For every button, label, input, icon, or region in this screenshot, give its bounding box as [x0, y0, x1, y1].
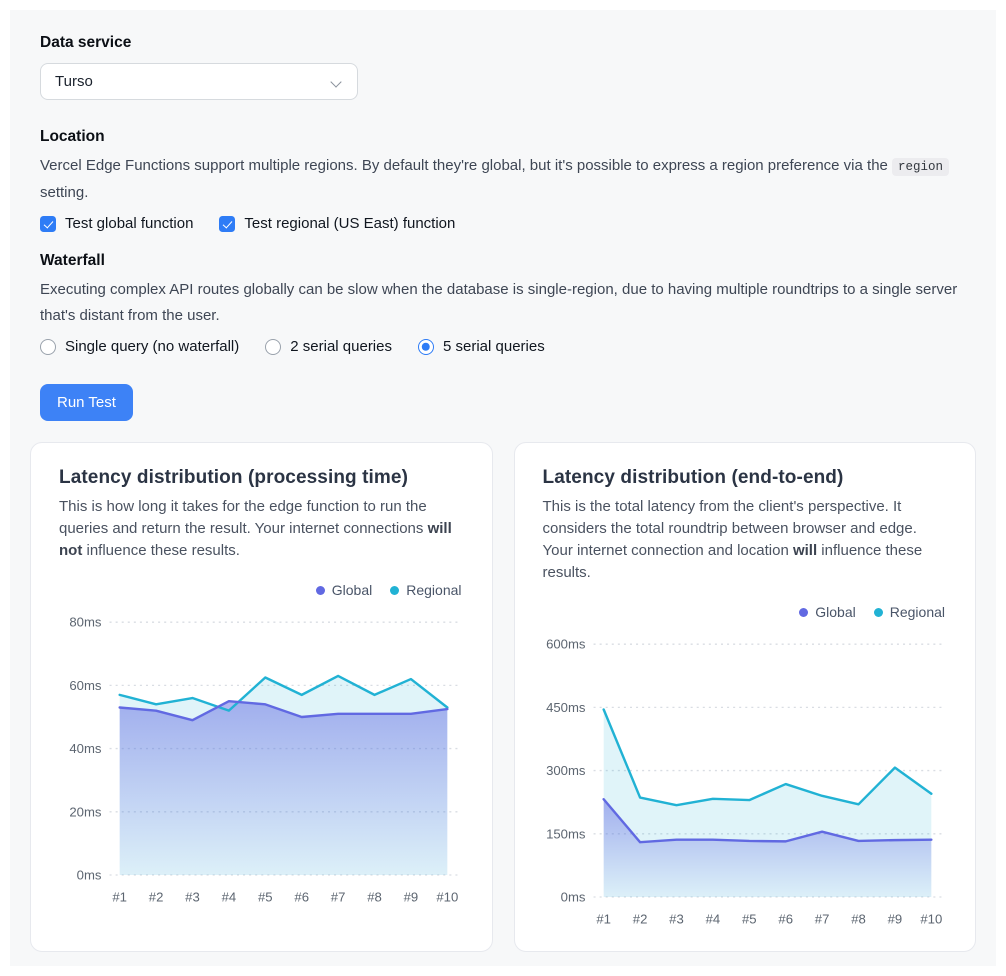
legend-label: Global: [332, 582, 372, 598]
x-tick-label: #5: [258, 889, 273, 904]
x-tick-label: #8: [367, 889, 382, 904]
waterfall-description: Executing complex API routes globally ca…: [40, 277, 976, 329]
end-to-end-chart: 0ms 150ms 300ms 450ms 600ms #1 #2 #3 #4 #5 #6 #7 #8 #…: [543, 628, 948, 931]
location-description-tail: setting.: [40, 184, 88, 201]
desc-tail: influence these results.: [82, 542, 240, 559]
test-regional-checkbox[interactable]: [219, 216, 235, 232]
radio-5-serial-queries[interactable]: 5 serial queries: [418, 338, 545, 355]
checkbox-label: Test global function: [65, 215, 193, 232]
chart-legend: Global Regional: [59, 582, 462, 598]
x-tick-label: #6: [778, 911, 793, 926]
data-service-select[interactable]: Turso: [40, 63, 358, 100]
region-code-chip: region: [892, 158, 949, 176]
legend-item-global: Global: [799, 604, 855, 620]
end-to-end-card: Latency distribution (end-to-end) This i…: [514, 442, 977, 952]
legend-item-global: Global: [316, 582, 372, 598]
y-tick-label: 40ms: [69, 741, 102, 756]
y-tick-label: 80ms: [69, 615, 102, 630]
x-tick-label: #4: [222, 889, 237, 904]
two-serial-queries-radio[interactable]: [265, 339, 281, 355]
y-tick-label: 60ms: [69, 678, 102, 693]
x-tick-label: #9: [404, 889, 419, 904]
five-serial-queries-radio[interactable]: [418, 339, 434, 355]
radio-label: 2 serial queries: [290, 338, 392, 355]
legend-item-regional: Regional: [874, 604, 945, 620]
waterfall-radio-row: Single query (no waterfall) 2 serial que…: [40, 338, 976, 355]
processing-time-chart: 0ms 20ms 40ms 60ms 80ms #1 #2 #3 #4 #5 #6 #7 #8 #9 #10: [59, 606, 464, 909]
test-global-checkbox[interactable]: [40, 216, 56, 232]
y-tick-label: 150ms: [546, 826, 586, 841]
processing-time-card: Latency distribution (processing time) T…: [30, 442, 493, 952]
run-test-button[interactable]: Run Test: [40, 384, 133, 421]
regional-dot-icon: [390, 586, 399, 595]
x-tick-label: #3: [669, 911, 684, 926]
x-tick-label: #2: [632, 911, 647, 926]
x-tick-label: #10: [436, 889, 458, 904]
x-tick-label: #3: [185, 889, 200, 904]
x-tick-label: #7: [331, 889, 346, 904]
location-checkbox-row: Test global function Test regional (US E…: [40, 215, 976, 232]
checkbox-test-global-function[interactable]: Test global function: [40, 215, 193, 232]
y-tick-label: 0ms: [77, 868, 102, 883]
regional-dot-icon: [874, 608, 883, 617]
global-dot-icon: [799, 608, 808, 617]
y-tick-label: 600ms: [546, 637, 586, 652]
data-service-selected-value: Turso: [55, 73, 93, 90]
x-tick-label: #1: [112, 889, 127, 904]
desc-bold: will: [793, 542, 817, 559]
radio-label: 5 serial queries: [443, 338, 545, 355]
chart-legend: Global Regional: [543, 604, 946, 620]
page: Data service Turso Location Vercel Edge …: [0, 10, 1006, 966]
card-title: Latency distribution (processing time): [59, 467, 464, 489]
global-dot-icon: [316, 586, 325, 595]
single-query-radio[interactable]: [40, 339, 56, 355]
legend-label: Regional: [890, 604, 945, 620]
checkbox-test-regional-function[interactable]: Test regional (US East) function: [219, 215, 455, 232]
desc-text: This is how long it takes for the edge f…: [59, 498, 428, 537]
checkbox-label: Test regional (US East) function: [244, 215, 455, 232]
radio-single-query[interactable]: Single query (no waterfall): [40, 338, 239, 355]
card-title: Latency distribution (end-to-end): [543, 467, 948, 489]
x-tick-label: #8: [851, 911, 866, 926]
x-tick-label: #6: [294, 889, 309, 904]
x-tick-label: #1: [596, 911, 611, 926]
card-description: This is how long it takes for the edge f…: [59, 496, 464, 562]
x-tick-label: #2: [149, 889, 164, 904]
x-tick-label: #7: [814, 911, 829, 926]
latency-chart-svg: 0ms 20ms 40ms 60ms 80ms #1 #2 #3 #4 #5 #6 #7 #8 #9 #10: [59, 606, 464, 909]
chevron-down-icon: [332, 76, 343, 87]
latency-chart-svg: 0ms 150ms 300ms 450ms 600ms #1 #2 #3 #4 #5 #6 #7 #8 #…: [543, 628, 948, 931]
global-area: [120, 701, 448, 875]
x-tick-label: #9: [887, 911, 902, 926]
y-tick-label: 300ms: [546, 763, 586, 778]
legend-item-regional: Regional: [390, 582, 461, 598]
location-heading: Location: [40, 128, 976, 146]
y-tick-label: 0ms: [560, 890, 585, 905]
card-description: This is the total latency from the clien…: [543, 496, 948, 584]
legend-label: Regional: [406, 582, 461, 598]
y-tick-label: 450ms: [546, 700, 586, 715]
data-service-heading: Data service: [40, 34, 976, 52]
charts-grid: Latency distribution (processing time) T…: [30, 442, 976, 952]
radio-2-serial-queries[interactable]: 2 serial queries: [265, 338, 392, 355]
y-tick-label: 20ms: [69, 804, 102, 819]
location-description: Vercel Edge Functions support multiple r…: [40, 153, 976, 206]
x-tick-label: #5: [741, 911, 756, 926]
radio-label: Single query (no waterfall): [65, 338, 239, 355]
x-tick-label: #10: [920, 911, 942, 926]
location-description-text: Vercel Edge Functions support multiple r…: [40, 157, 892, 174]
legend-label: Global: [815, 604, 855, 620]
x-tick-label: #4: [705, 911, 720, 926]
main-panel: Data service Turso Location Vercel Edge …: [10, 10, 996, 966]
waterfall-heading: Waterfall: [40, 252, 976, 270]
